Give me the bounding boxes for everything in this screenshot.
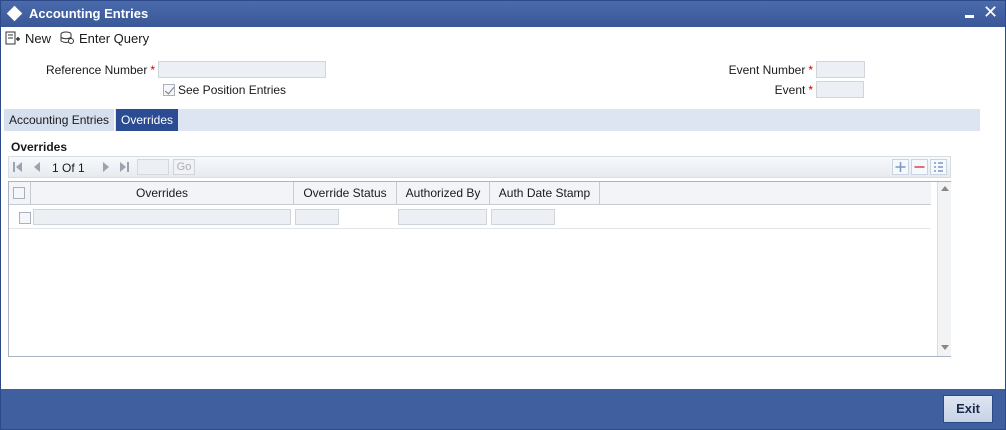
grid-vertical-scrollbar[interactable]: [937, 182, 951, 356]
page-indicator: 1 Of 1: [52, 161, 85, 175]
column-header-auth-date-stamp[interactable]: Auth Date Stamp: [490, 182, 600, 205]
header-form: Reference Number * See Position Entries E…: [1, 49, 1005, 105]
scroll-down-icon[interactable]: [941, 345, 949, 350]
minus-icon: [914, 166, 925, 168]
overrides-pager: 1 Of 1 Go: [8, 156, 951, 178]
delete-row-button[interactable]: [911, 159, 928, 175]
table-row: [9, 206, 931, 229]
column-header-overrides[interactable]: Overrides: [31, 182, 294, 205]
enter-query-icon: [60, 31, 74, 44]
required-marker: *: [808, 63, 813, 77]
select-all-cell: [9, 182, 31, 205]
select-all-checkbox[interactable]: [13, 187, 25, 199]
footer-bar: Exit: [1, 389, 1005, 429]
overrides-section-title: Overrides: [11, 140, 68, 154]
column-header-authorized-by[interactable]: Authorized By: [397, 182, 490, 205]
row-select-checkbox[interactable]: [19, 212, 31, 224]
overrides-cell-input[interactable]: [33, 209, 291, 225]
new-button[interactable]: New: [5, 29, 51, 47]
minimize-icon[interactable]: [963, 6, 977, 20]
reference-number-input[interactable]: [158, 61, 326, 78]
view-row-button[interactable]: [930, 159, 947, 175]
override-status-cell-input[interactable]: [295, 209, 339, 225]
add-row-button[interactable]: [892, 159, 909, 175]
previous-page-icon[interactable]: [32, 161, 42, 173]
current-page: 1: [52, 161, 59, 175]
overrides-grid: Overrides Override Status Authorized By …: [8, 181, 951, 357]
see-position-entries-label: See Position Entries: [178, 83, 287, 97]
grid-header: Overrides Override Status Authorized By …: [9, 182, 931, 205]
see-position-entries-checkbox[interactable]: [163, 84, 175, 96]
exit-button[interactable]: Exit: [943, 395, 993, 423]
new-icon: [5, 31, 20, 45]
last-page-icon[interactable]: [119, 161, 129, 173]
tab-accounting-entries[interactable]: Accounting Entries: [4, 109, 116, 131]
column-header-override-status[interactable]: Override Status: [294, 182, 397, 205]
first-page-icon[interactable]: [13, 161, 23, 173]
tab-overrides[interactable]: Overrides: [116, 109, 179, 131]
close-icon[interactable]: ✕: [983, 2, 998, 22]
accounting-entries-window: Accounting Entries ✕ New Enter Query Ref…: [0, 0, 1006, 430]
plus-icon: [895, 162, 906, 172]
window-title: Accounting Entries: [29, 6, 149, 21]
reference-number-label: Reference Number *: [45, 63, 155, 77]
app-logo-icon: [6, 5, 23, 22]
event-number-input[interactable]: [816, 61, 865, 78]
toolbar: New Enter Query: [1, 27, 1005, 49]
scroll-up-icon[interactable]: [941, 186, 949, 191]
enter-query-label: Enter Query: [79, 30, 150, 46]
auth-date-stamp-cell-input[interactable]: [491, 209, 555, 225]
total-pages: 1: [78, 161, 85, 175]
list-icon: [934, 162, 943, 172]
page-number-input[interactable]: [137, 159, 169, 175]
required-marker: *: [808, 83, 813, 97]
event-label: Event *: [774, 83, 813, 97]
authorized-by-cell-input[interactable]: [398, 209, 487, 225]
title-bar: Accounting Entries ✕: [1, 1, 1005, 27]
required-marker: *: [150, 63, 155, 77]
go-button[interactable]: Go: [173, 159, 195, 175]
event-input[interactable]: [816, 81, 864, 98]
of-label: Of: [62, 161, 75, 175]
new-label: New: [25, 30, 52, 46]
tab-strip: Accounting Entries Overrides: [4, 109, 980, 131]
enter-query-button[interactable]: Enter Query: [59, 29, 149, 47]
next-page-icon[interactable]: [101, 161, 111, 173]
event-number-label: Event Number *: [728, 63, 813, 77]
